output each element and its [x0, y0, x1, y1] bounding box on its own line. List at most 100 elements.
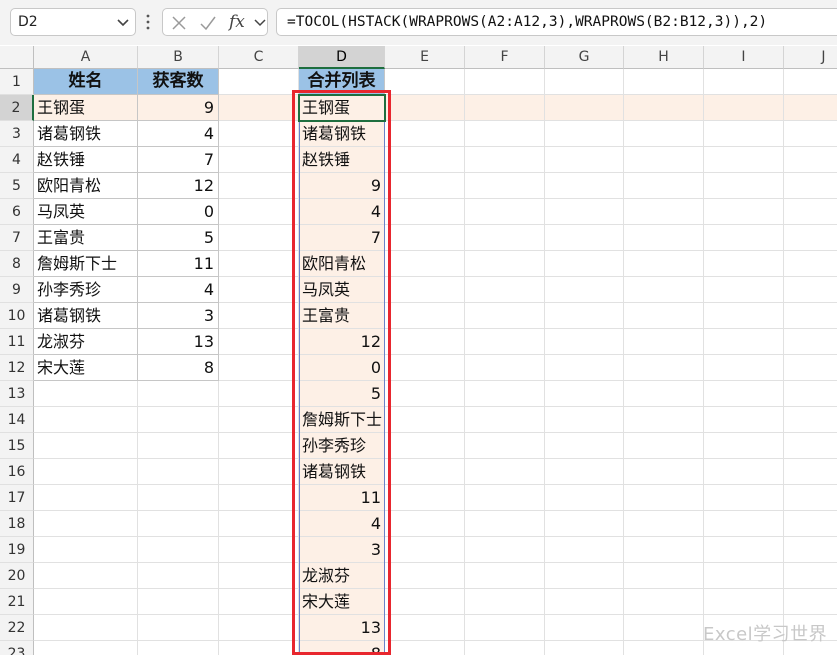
chevron-down-icon[interactable]: [253, 15, 267, 29]
row-header-11[interactable]: 11: [0, 329, 34, 355]
header-cell-count[interactable]: 获客数: [138, 69, 219, 95]
cell[interactable]: [385, 615, 465, 641]
cell[interactable]: [465, 589, 545, 615]
cell[interactable]: [545, 485, 624, 511]
cell[interactable]: [704, 381, 784, 407]
cell[interactable]: [385, 277, 465, 303]
header-cell-name[interactable]: 姓名: [34, 69, 138, 95]
cell[interactable]: [465, 381, 545, 407]
cell[interactable]: [219, 329, 299, 355]
cell[interactable]: [545, 407, 624, 433]
cell[interactable]: [138, 433, 219, 459]
cell[interactable]: [784, 485, 837, 511]
cell[interactable]: [385, 173, 465, 199]
select-all-corner[interactable]: [0, 46, 34, 69]
cell[interactable]: [219, 641, 299, 655]
cell[interactable]: [138, 485, 219, 511]
cell[interactable]: [704, 485, 784, 511]
cell[interactable]: [624, 199, 704, 225]
more-vertical-icon[interactable]: [145, 13, 151, 31]
cell[interactable]: [784, 407, 837, 433]
cell[interactable]: [545, 121, 624, 147]
row-header-16[interactable]: 16: [0, 459, 34, 485]
cell[interactable]: [624, 147, 704, 173]
cell[interactable]: [219, 589, 299, 615]
cell[interactable]: [704, 277, 784, 303]
cell[interactable]: [545, 329, 624, 355]
cell[interactable]: [465, 329, 545, 355]
table-cell-name[interactable]: 宋大莲: [34, 355, 138, 381]
cell[interactable]: [219, 173, 299, 199]
cell[interactable]: [138, 563, 219, 589]
row-header-8[interactable]: 8: [0, 251, 34, 277]
cell[interactable]: [784, 433, 837, 459]
cell[interactable]: [545, 615, 624, 641]
cell[interactable]: [219, 199, 299, 225]
cell[interactable]: [34, 589, 138, 615]
cell[interactable]: [784, 511, 837, 537]
cell[interactable]: [465, 69, 545, 95]
cell[interactable]: [784, 147, 837, 173]
cell[interactable]: [704, 433, 784, 459]
cell[interactable]: [385, 225, 465, 251]
cell[interactable]: [784, 199, 837, 225]
cell[interactable]: [784, 459, 837, 485]
cell[interactable]: [545, 433, 624, 459]
cell[interactable]: [465, 563, 545, 589]
cell[interactable]: [34, 615, 138, 641]
cell[interactable]: [624, 407, 704, 433]
cell[interactable]: [34, 407, 138, 433]
cell[interactable]: [784, 121, 837, 147]
cell[interactable]: [784, 173, 837, 199]
cell[interactable]: [385, 511, 465, 537]
cell[interactable]: [624, 121, 704, 147]
cell[interactable]: [138, 459, 219, 485]
cell[interactable]: [465, 641, 545, 655]
column-header-f[interactable]: F: [465, 46, 545, 69]
cell[interactable]: [385, 355, 465, 381]
cell[interactable]: [545, 355, 624, 381]
cell[interactable]: [624, 251, 704, 277]
cell[interactable]: [219, 381, 299, 407]
cell[interactable]: [704, 147, 784, 173]
column-header-b[interactable]: B: [138, 46, 219, 69]
table-cell-name[interactable]: 龙淑芬: [34, 329, 138, 355]
cell[interactable]: [34, 433, 138, 459]
cell[interactable]: [385, 433, 465, 459]
cell[interactable]: [465, 355, 545, 381]
cell[interactable]: [624, 95, 704, 121]
cell[interactable]: [545, 199, 624, 225]
table-cell-count[interactable]: 13: [138, 329, 219, 355]
cell[interactable]: [704, 537, 784, 563]
cell[interactable]: [545, 511, 624, 537]
row-header-21[interactable]: 21: [0, 589, 34, 615]
cell[interactable]: [34, 485, 138, 511]
cell[interactable]: [385, 485, 465, 511]
cell[interactable]: [784, 95, 837, 121]
column-header-c[interactable]: C: [219, 46, 299, 69]
cell[interactable]: [545, 303, 624, 329]
table-cell-count[interactable]: 3: [138, 303, 219, 329]
cell[interactable]: [704, 459, 784, 485]
cell[interactable]: [138, 381, 219, 407]
row-header-1[interactable]: 1: [0, 69, 34, 95]
cell[interactable]: [465, 251, 545, 277]
column-header-d[interactable]: D: [299, 46, 385, 69]
cell[interactable]: [219, 485, 299, 511]
cell[interactable]: [545, 251, 624, 277]
table-cell-count[interactable]: 0: [138, 199, 219, 225]
column-header-i[interactable]: I: [704, 46, 784, 69]
cell[interactable]: [704, 355, 784, 381]
cell[interactable]: [219, 537, 299, 563]
cell[interactable]: [784, 69, 837, 95]
cell[interactable]: [465, 511, 545, 537]
cell[interactable]: [219, 407, 299, 433]
table-cell-name[interactable]: 王钢蛋: [34, 95, 138, 121]
cell[interactable]: [545, 95, 624, 121]
cell[interactable]: [545, 537, 624, 563]
cell[interactable]: [704, 95, 784, 121]
cell[interactable]: [465, 407, 545, 433]
cell[interactable]: [784, 251, 837, 277]
row-header-22[interactable]: 22: [0, 615, 34, 641]
row-header-4[interactable]: 4: [0, 147, 34, 173]
